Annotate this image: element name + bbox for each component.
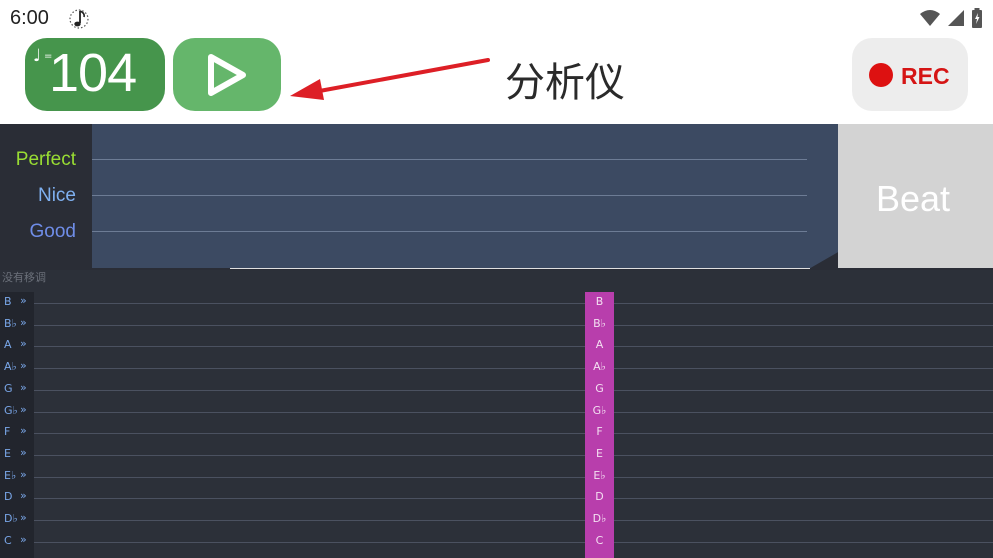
playhead-note-label: B — [595, 295, 604, 308]
playhead-note-label: E♭ — [593, 468, 606, 482]
lane-expand-icon[interactable]: » — [20, 359, 27, 372]
status-time: 6:00 — [10, 7, 49, 29]
play-icon — [208, 54, 246, 96]
lane-row: D♭» — [0, 509, 993, 531]
lane-line — [34, 346, 993, 348]
page-title: 分析仪 — [505, 60, 625, 106]
lane-line — [34, 476, 993, 478]
lane-note-label: A — [4, 338, 12, 352]
playhead-note-label: G♭ — [592, 403, 607, 417]
bpm-value: 104 — [49, 43, 137, 103]
play-button[interactable] — [173, 38, 281, 111]
judge-label-nice: Nice — [37, 185, 76, 206]
lane-line — [34, 541, 993, 543]
lane-row: E» — [0, 444, 993, 466]
lane-note-label: A♭ — [4, 360, 17, 374]
toolbar: ♩ = 104 分析仪 REC — [0, 36, 993, 124]
record-button[interactable]: REC — [852, 38, 968, 111]
judge-line-perfect — [92, 159, 807, 160]
lane-line — [34, 411, 993, 413]
record-dot-icon — [869, 63, 893, 87]
judge-label-good: Good — [29, 221, 76, 242]
lane-row: G» — [0, 379, 993, 401]
lane-note-label: E — [4, 446, 11, 460]
judgement-track — [92, 124, 838, 268]
lane-row: D» — [0, 487, 993, 509]
annotation-arrow-icon — [290, 58, 490, 100]
lane-row: B♭» — [0, 314, 993, 336]
beat-indicator: Beat — [838, 124, 993, 268]
status-bar: 6:00 — [0, 0, 993, 36]
lane-note-label: G♭ — [4, 403, 18, 417]
lane-expand-icon[interactable]: » — [20, 381, 27, 394]
judge-line-good — [92, 231, 807, 232]
lane-line — [34, 324, 993, 326]
judge-label-perfect: Perfect — [15, 149, 76, 170]
lane-note-label: G — [4, 381, 13, 395]
lane-line — [34, 368, 993, 370]
lane-note-label: D♭ — [4, 512, 18, 525]
playhead-column: B B♭ A A♭ G G♭ F E E♭ D D♭ C — [585, 292, 614, 558]
bpm-button[interactable]: ♩ = 104 — [25, 38, 165, 111]
playhead-note-label: D — [595, 490, 604, 504]
lane-note-label: B — [4, 295, 12, 308]
playhead-note-label: B♭ — [593, 316, 606, 330]
lane-row: E♭» — [0, 466, 993, 488]
lane-row: G♭» — [0, 401, 993, 423]
lane-line — [34, 520, 993, 521]
lane-note-label: D — [4, 490, 13, 504]
playhead-note-label: E — [596, 446, 603, 460]
battery-charging-icon — [972, 8, 982, 28]
lane-note-label: F — [4, 425, 11, 439]
judgement-labels: Perfect Nice Good — [0, 124, 92, 268]
playhead-note-label: D♭ — [592, 512, 607, 525]
lane-note-label: E♭ — [4, 468, 17, 482]
lane-note-label: C — [4, 533, 12, 547]
lane-expand-icon[interactable]: » — [20, 511, 27, 524]
lane-expand-icon[interactable]: » — [20, 468, 27, 481]
lane-expand-icon[interactable]: » — [20, 489, 27, 502]
pitch-lanes: 没有移调 B» B♭» A» A♭» G» G♭» F» E» E♭» D» D♭» C» B B♭ A A… — [0, 270, 993, 558]
metronome-note-icon — [69, 9, 89, 29]
lane-row: B» — [0, 292, 993, 314]
lane-expand-icon[interactable]: » — [20, 316, 27, 329]
lane-line — [34, 303, 993, 304]
lane-note-label: B♭ — [4, 316, 17, 330]
divider — [230, 268, 810, 269]
beat-label: Beat — [876, 178, 951, 219]
lane-expand-icon[interactable]: » — [20, 533, 27, 546]
lane-line — [34, 389, 993, 391]
lane-line — [34, 498, 993, 500]
record-label: REC — [901, 63, 950, 89]
lane-line — [34, 454, 993, 456]
lane-expand-icon[interactable]: » — [20, 403, 27, 416]
lane-expand-icon[interactable]: » — [20, 424, 27, 437]
quarter-note-icon: ♩ — [33, 46, 42, 66]
lane-expand-icon[interactable]: » — [20, 294, 27, 307]
playhead-note-label: F — [596, 425, 603, 439]
playhead-note-label: A — [595, 338, 604, 352]
transpose-status: 没有移调 — [2, 271, 46, 284]
lane-expand-icon[interactable]: » — [20, 446, 27, 459]
signal-icon — [948, 10, 964, 26]
lane-expand-icon[interactable]: » — [20, 337, 27, 350]
lane-row: F» — [0, 422, 993, 444]
judge-line-nice — [92, 195, 807, 196]
playhead-note-label: C — [595, 533, 604, 547]
lane-row: C» — [0, 531, 993, 553]
lane-row: A» — [0, 335, 993, 357]
playhead-note-label: A♭ — [593, 360, 606, 374]
timing-judgement-panel: Perfect Nice Good Beat — [0, 124, 993, 270]
playhead-note-label: G — [595, 381, 604, 395]
lane-line — [34, 433, 993, 435]
wifi-icon — [920, 10, 940, 26]
lane-row: A♭» — [0, 357, 993, 379]
